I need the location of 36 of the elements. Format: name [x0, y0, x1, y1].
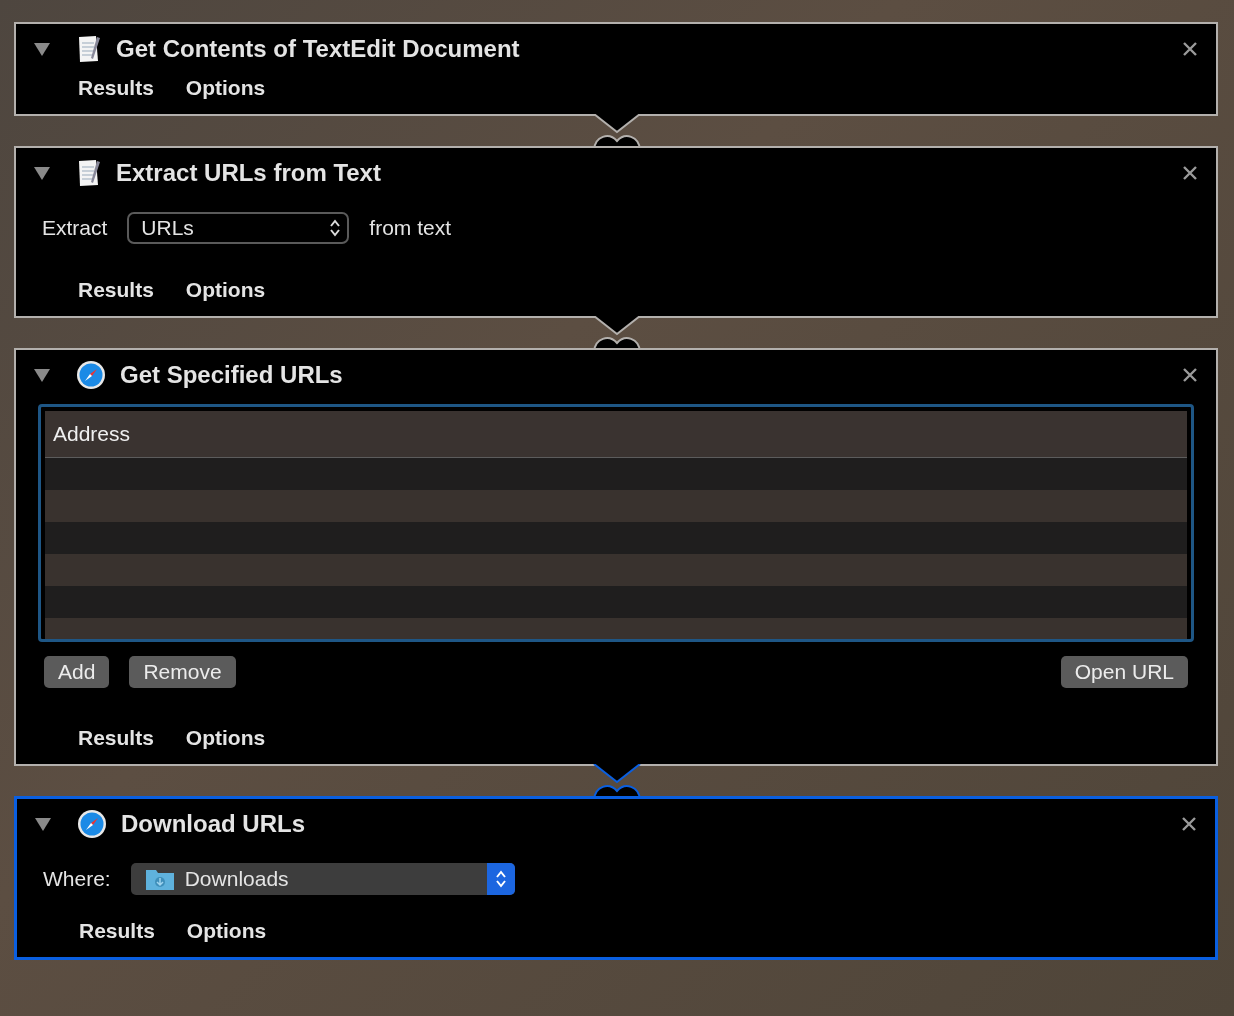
document-icon — [76, 35, 102, 63]
folder-icon — [144, 867, 175, 891]
action-title: Get Specified URLs — [120, 361, 344, 389]
footer-tab[interactable]: Options — [186, 919, 267, 943]
extract-label: Extract — [42, 216, 108, 240]
compass-icon — [77, 809, 107, 839]
chevron-icon — [494, 869, 507, 889]
type-popup[interactable]: URLs — [127, 212, 350, 244]
url-table[interactable]: Address — [38, 404, 1194, 642]
footer-tab[interactable]: Options — [185, 278, 266, 302]
table-button[interactable]: Remove — [129, 656, 236, 688]
action-card[interactable]: Get Specified URLs Address Add Remove Open URL Results Options — [14, 348, 1218, 766]
column-header[interactable]: Address — [45, 411, 1187, 458]
action-card[interactable]: Extract URLs from Text Extract URLs from text Results Options — [14, 146, 1218, 318]
footer-tab[interactable]: Results — [79, 919, 155, 943]
disclosure-triangle[interactable] — [33, 816, 53, 832]
footer-tab[interactable]: Results — [78, 76, 154, 100]
folder-popup[interactable]: Downloads — [130, 863, 515, 895]
action-title: Extract URLs from Text — [116, 159, 382, 187]
disclosure-triangle[interactable] — [32, 165, 52, 181]
action-title: Download URLs — [121, 810, 306, 838]
disclosure-triangle[interactable] — [32, 41, 52, 57]
compass-icon — [76, 360, 106, 390]
disclosure-triangle[interactable] — [32, 367, 52, 383]
footer-tab[interactable]: Results — [78, 726, 154, 750]
footer-tab[interactable]: Options — [185, 76, 266, 100]
document-icon — [76, 159, 102, 187]
table-button[interactable]: Add — [44, 656, 110, 688]
action-title: Get Contents of TextEdit Document — [116, 35, 521, 63]
footer-tab[interactable]: Results — [78, 278, 154, 302]
chevron-icon — [329, 218, 342, 238]
open-url-button[interactable]: Open URL — [1060, 656, 1188, 688]
where-label: Where: — [43, 867, 111, 891]
footer-tab[interactable]: Options — [185, 726, 266, 750]
from-text-label: from text — [369, 216, 452, 240]
action-card[interactable]: Download URLs Where: Downloads Results Options — [14, 796, 1218, 960]
